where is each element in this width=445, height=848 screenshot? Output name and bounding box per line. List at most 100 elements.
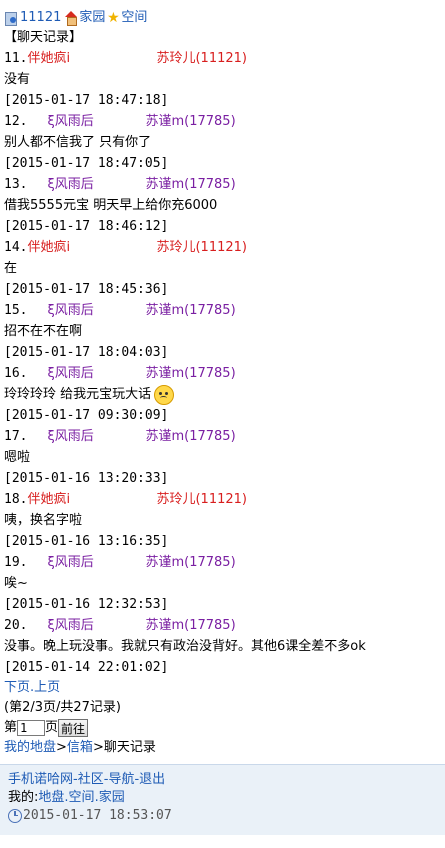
- message-text: 借我5555元宝 明天早上给你充6000: [4, 195, 441, 216]
- footer-timestamp: 2015-01-17 18:53:07: [23, 808, 172, 823]
- message-body: 借我5555元宝 明天早上给你充6000: [4, 198, 218, 213]
- message-text: 别人都不信我了 只有你了: [4, 132, 441, 153]
- star-icon: ★: [107, 9, 120, 26]
- go-button[interactable]: 前往: [58, 718, 89, 737]
- footer-time: 2015-01-17 18:53:07: [8, 807, 437, 825]
- message-header: 15. ξ风雨后 苏谨m(17785): [4, 300, 441, 321]
- message-body: 玲玲玲玲 给我元宝玩大话: [4, 387, 152, 402]
- message-number: 20.: [4, 618, 28, 633]
- breadcrumb: 我的地盘>信箱>聊天记录: [4, 740, 156, 755]
- page-prefix: 第: [4, 720, 18, 735]
- receiver-link[interactable]: 苏谨m(17785): [145, 429, 235, 444]
- breadcrumb-current: 聊天记录: [103, 740, 156, 755]
- footer: 手机诺哈网-社区-导航-退出 我的:地盘.空间.家园 2015-01-17 18…: [0, 764, 445, 835]
- header-bar: 11121 家园 ★ 空间: [4, 8, 441, 28]
- message-text: 在: [4, 258, 441, 279]
- sender-link[interactable]: 伴她疯i: [27, 489, 132, 510]
- message-time: [2015-01-16 13:20:33]: [4, 471, 169, 486]
- footer-disk-link[interactable]: 地盘: [38, 790, 64, 805]
- message-number: 15.: [4, 303, 28, 318]
- footer-home-link[interactable]: 家园: [99, 790, 125, 805]
- message-number: 18.: [4, 492, 28, 507]
- receiver-link[interactable]: 苏玲儿(11121): [132, 240, 247, 255]
- message-body: 别人都不信我了 只有你了: [4, 135, 152, 150]
- message-number: 14.: [4, 240, 28, 255]
- message-time: [2015-01-17 18:45:36]: [4, 282, 169, 297]
- home-icon: [63, 10, 78, 26]
- crying-face-icon: [154, 384, 175, 405]
- message-body: 唉~: [4, 576, 28, 591]
- message-time: [2015-01-14 22:01:02]: [4, 660, 169, 675]
- breadcrumb-my-land[interactable]: 我的地盘: [4, 740, 56, 755]
- message-time: [2015-01-17 18:47:05]: [4, 156, 169, 171]
- footer-space-link[interactable]: 空间: [69, 790, 95, 805]
- pager-links: 下页.上页: [4, 680, 61, 695]
- mine-prefix: 我的:: [8, 790, 39, 805]
- receiver-link[interactable]: 苏玲儿(11121): [132, 51, 247, 66]
- user-icon: [4, 11, 18, 26]
- footer-nav: 手机诺哈网-社区-导航-退出: [8, 772, 166, 787]
- message-body: 招不在不在啊: [4, 324, 83, 339]
- clock-icon: [8, 808, 22, 823]
- page-jump: 第 页前往: [4, 718, 441, 738]
- message-header: 14.伴她疯i 苏玲儿(11121): [4, 237, 441, 258]
- prev-page-link[interactable]: 上页: [34, 680, 60, 695]
- message-time: [2015-01-17 09:30:09]: [4, 408, 169, 423]
- sender-link[interactable]: ξ风雨后: [27, 111, 145, 132]
- sender-link[interactable]: 伴她疯i: [27, 237, 132, 258]
- message-header: 20. ξ风雨后 苏谨m(17785): [4, 615, 441, 636]
- message-body: 咦，换名字啦: [4, 513, 83, 528]
- message-body: 没事。晚上玩没事。我就只有政治没背好。其他6课全差不多ok: [4, 639, 366, 654]
- message-header: 18.伴她疯i 苏玲儿(11121): [4, 489, 441, 510]
- message-header: 17. ξ风雨后 苏谨m(17785): [4, 426, 441, 447]
- next-page-link[interactable]: 下页: [4, 680, 30, 695]
- message-time: [2015-01-17 18:04:03]: [4, 345, 169, 360]
- receiver-link[interactable]: 苏谨m(17785): [145, 303, 235, 318]
- message-body: 嗯啦: [4, 450, 31, 465]
- message-header: 12. ξ风雨后 苏谨m(17785): [4, 111, 441, 132]
- message-body: 在: [4, 261, 18, 276]
- receiver-link[interactable]: 苏谨m(17785): [145, 177, 235, 192]
- sender-link[interactable]: ξ风雨后: [27, 174, 145, 195]
- section-title: 【聊天记录】: [4, 30, 83, 45]
- message-header: 11.伴她疯i 苏玲儿(11121): [4, 48, 441, 69]
- page: 11121 家园 ★ 空间 【聊天记录】 11.伴她疯i 苏玲儿(11121) 没有 [20…: [0, 0, 445, 758]
- page-number-input[interactable]: [17, 719, 46, 736]
- message-number: 17.: [4, 429, 28, 444]
- community-link[interactable]: 社区: [78, 772, 104, 787]
- nav-link[interactable]: 导航: [108, 772, 134, 787]
- message-number: 13.: [4, 177, 28, 192]
- breadcrumb-inbox[interactable]: 信箱: [67, 740, 93, 755]
- receiver-link[interactable]: 苏谨m(17785): [145, 114, 235, 129]
- logout-link[interactable]: 退出: [139, 772, 165, 787]
- receiver-link[interactable]: 苏谨m(17785): [145, 618, 235, 633]
- site-link[interactable]: 手机诺哈网: [8, 772, 73, 787]
- message-number: 12.: [4, 114, 28, 129]
- footer-mine: 我的:地盘.空间.家园: [8, 790, 125, 805]
- message-number: 11.: [4, 51, 28, 66]
- home-link[interactable]: 家园: [79, 10, 105, 25]
- sender-link[interactable]: ξ风雨后: [27, 300, 145, 321]
- message-header: 19. ξ风雨后 苏谨m(17785): [4, 552, 441, 573]
- message-header: 13. ξ风雨后 苏谨m(17785): [4, 174, 441, 195]
- message-text: 咦，换名字啦: [4, 510, 441, 531]
- message-number: 19.: [4, 555, 28, 570]
- sender-link[interactable]: ξ风雨后: [27, 363, 145, 384]
- sender-link[interactable]: ξ风雨后: [27, 552, 145, 573]
- message-time: [2015-01-16 13:16:35]: [4, 534, 169, 549]
- message-text: 没事。晚上玩没事。我就只有政治没背好。其他6课全差不多ok: [4, 636, 441, 657]
- message-text: 没有: [4, 69, 441, 90]
- sender-link[interactable]: ξ风雨后: [27, 615, 145, 636]
- message-list: 11.伴她疯i 苏玲儿(11121) 没有 [2015-01-17 18:47:18]…: [4, 48, 441, 678]
- space-link[interactable]: 空间: [121, 10, 147, 25]
- sender-link[interactable]: ξ风雨后: [27, 426, 145, 447]
- receiver-link[interactable]: 苏玲儿(11121): [132, 492, 247, 507]
- sender-link[interactable]: 伴她疯i: [27, 48, 132, 69]
- message-text: 招不在不在啊: [4, 321, 441, 342]
- message-text: 唉~: [4, 573, 441, 594]
- receiver-link[interactable]: 苏谨m(17785): [145, 366, 235, 381]
- message-time: [2015-01-17 18:47:18]: [4, 93, 169, 108]
- receiver-link[interactable]: 苏谨m(17785): [145, 555, 235, 570]
- pager-info: (第2/3页/共27记录): [4, 700, 121, 715]
- user-id-link[interactable]: 11121: [20, 10, 61, 25]
